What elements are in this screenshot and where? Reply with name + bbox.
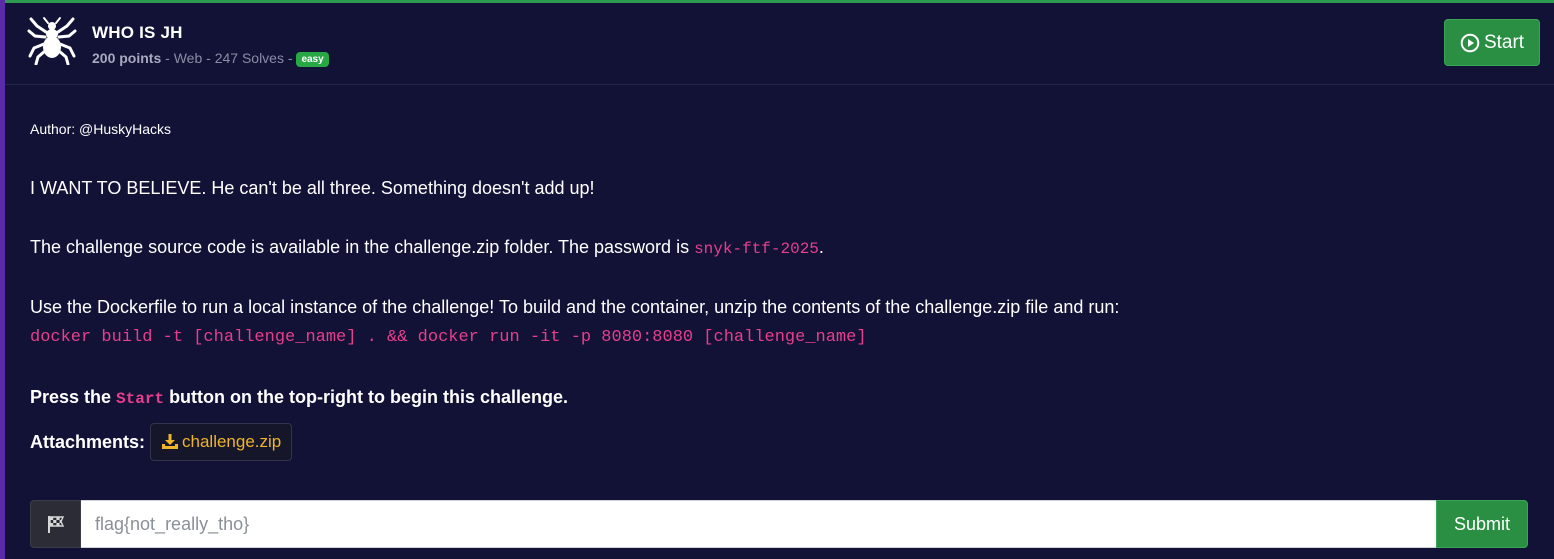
submit-button[interactable]: Submit (1436, 500, 1528, 548)
start-button[interactable]: Start (1444, 19, 1540, 66)
flag-submit-form: Submit (30, 500, 1528, 548)
password-suffix: . (818, 237, 824, 257)
docker-command: docker build -t [challenge_name] . && do… (30, 328, 867, 347)
challenge-meta: 200 points - Web - 247 Solves - easy (92, 50, 329, 67)
challenge-card: WHO IS JH 200 points - Web - 247 Solves … (5, 0, 1554, 559)
attachment-filename: challenge.zip (182, 432, 282, 451)
meta-separator: - (206, 50, 215, 66)
start-instruction-prefix: Press the (30, 387, 117, 407)
challenge-solves: 247 Solves (214, 50, 284, 66)
flag-input[interactable] (81, 500, 1436, 548)
attachments-label: Attachments: (30, 431, 146, 452)
spider-icon (27, 17, 77, 65)
challenge-header: WHO IS JH 200 points - Web - 247 Solves … (5, 3, 1554, 85)
play-circle-icon (1460, 33, 1480, 52)
start-button-label: Start (1483, 31, 1525, 53)
download-icon (162, 434, 179, 449)
description-line-1: I WANT TO BELIEVE. He can't be all three… (30, 178, 595, 198)
password-code: snyk-ftf-2025 (694, 240, 819, 258)
flag-input-addon (30, 500, 81, 548)
challenge-category: Web (173, 50, 203, 66)
meta-separator: - (287, 50, 297, 66)
attachments-row: Attachments: challenge.zip (30, 423, 293, 461)
challenge-points: 200 points (92, 50, 162, 66)
description-line-2: The challenge source code is available i… (30, 237, 824, 258)
checkered-flag-icon (47, 516, 64, 533)
start-instruction-suffix: button on the top-right to begin this ch… (164, 387, 569, 407)
attachment-download-button[interactable]: challenge.zip (150, 423, 293, 461)
password-intro: The challenge source code is available i… (30, 237, 695, 257)
challenge-title: WHO IS JH (92, 23, 183, 42)
description-line-3: Use the Dockerfile to run a local instan… (30, 297, 1120, 317)
meta-separator: - (165, 50, 174, 66)
start-instruction-code: Start (116, 390, 165, 408)
difficulty-badge: easy (296, 52, 329, 67)
start-instruction: Press the Start button on the top-right … (30, 387, 568, 408)
author-text: Author: @HuskyHacks (30, 121, 172, 137)
